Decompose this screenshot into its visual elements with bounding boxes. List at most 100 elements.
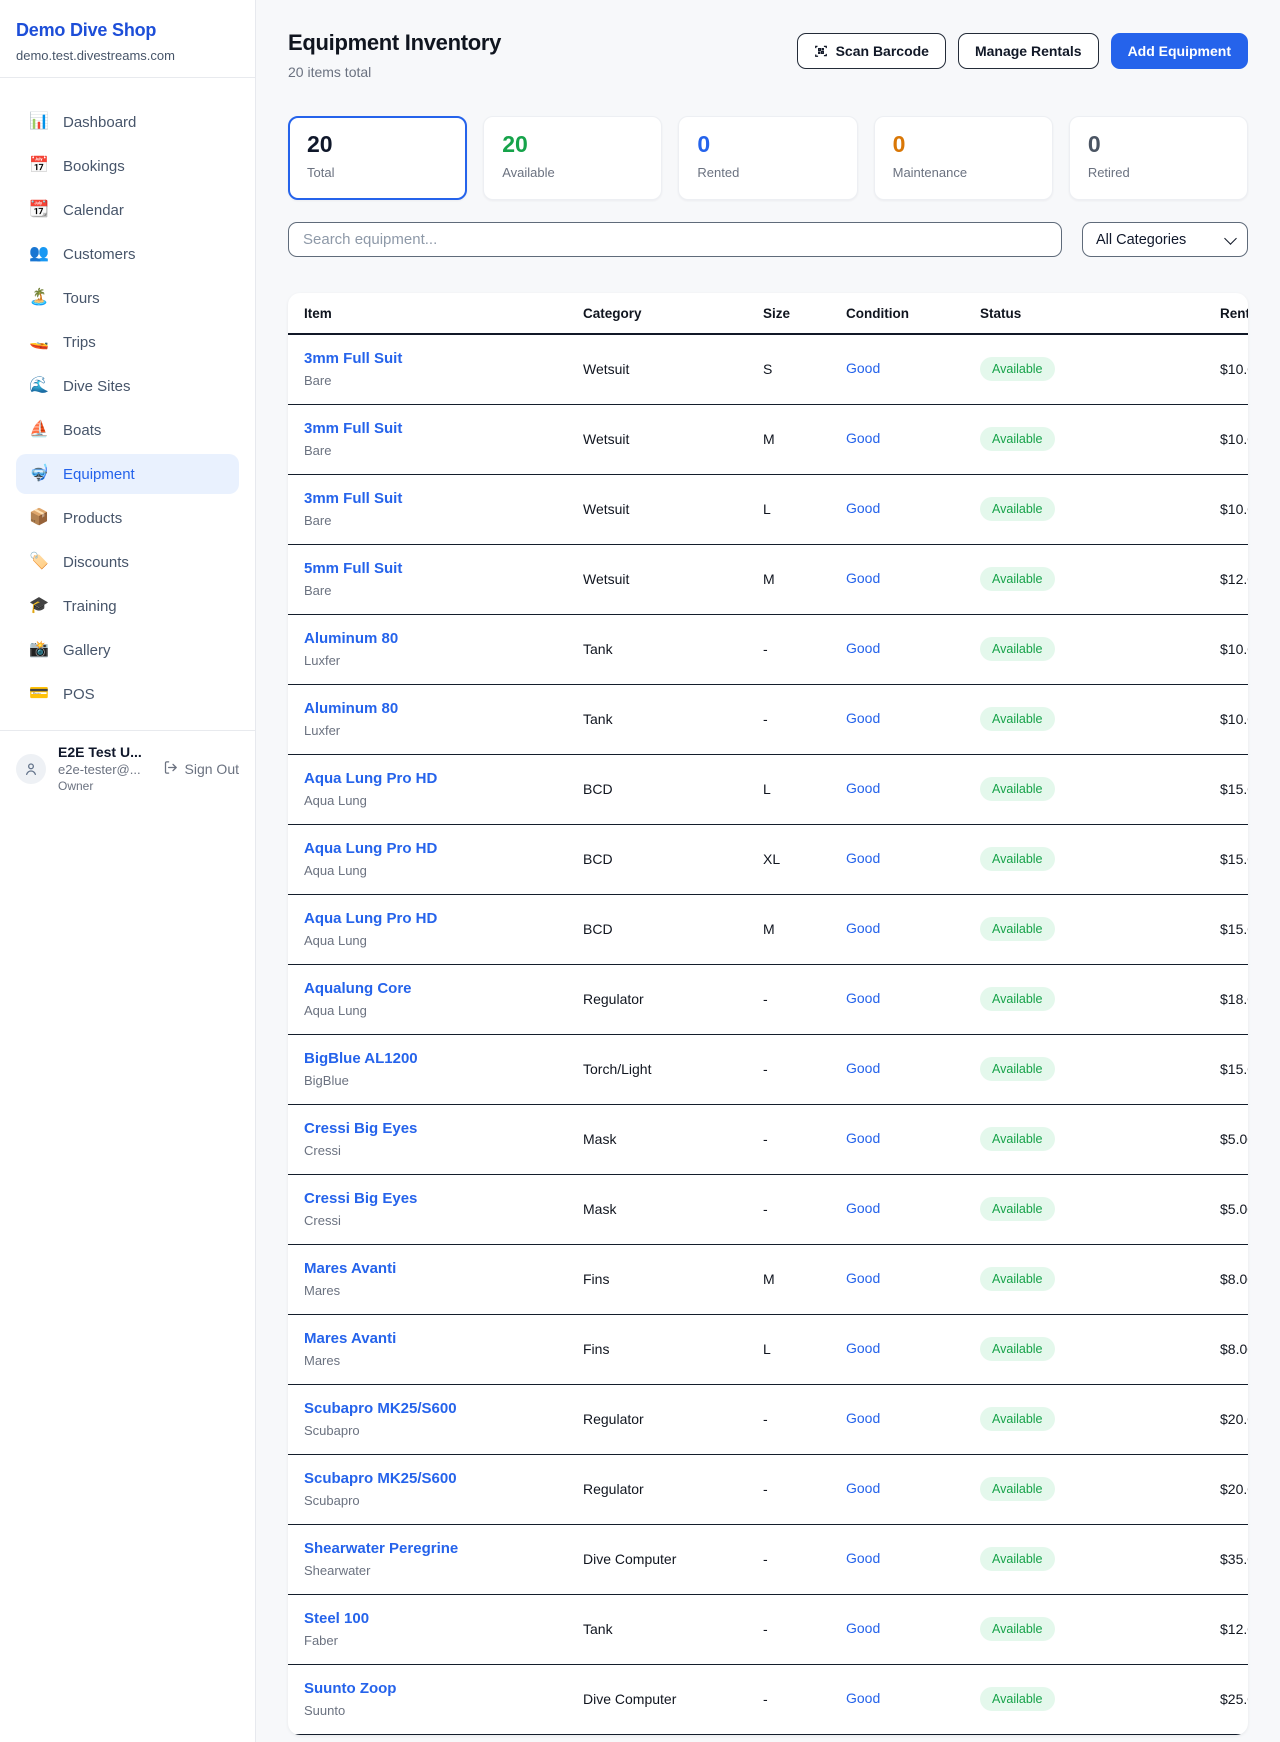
condition-link[interactable]: Good	[846, 1620, 880, 1636]
item-size: -	[763, 1034, 846, 1104]
condition-link[interactable]: Good	[846, 640, 880, 656]
item-name-link[interactable]: Aqua Lung Pro HD	[304, 840, 437, 857]
item-rental-rate: $12.00/day	[1220, 544, 1248, 614]
manage-rentals-button[interactable]: Manage Rentals	[958, 33, 1099, 69]
item-status-cell: Available	[980, 1174, 1220, 1244]
column-header-category: Category	[583, 293, 763, 334]
item-name-link[interactable]: Cressi Big Eyes	[304, 1120, 417, 1137]
item-size: -	[763, 1454, 846, 1524]
category-select[interactable]: All Categories	[1082, 222, 1248, 257]
brand-title[interactable]: Demo Dive Shop	[16, 20, 239, 41]
condition-link[interactable]: Good	[846, 1480, 880, 1496]
stat-card[interactable]: 0 Retired	[1069, 116, 1248, 200]
item-name-link[interactable]: BigBlue AL1200	[304, 1050, 418, 1067]
sidebar-item[interactable]: 📦 Products	[16, 498, 239, 538]
equipment-table: Item Category Size Condition Status Rent…	[288, 293, 1248, 1735]
status-badge: Available	[980, 1337, 1055, 1361]
condition-link[interactable]: Good	[846, 710, 880, 726]
item-status-cell: Available	[980, 544, 1220, 614]
sidebar-item[interactable]: 📊 Dashboard	[16, 102, 239, 142]
condition-link[interactable]: Good	[846, 1130, 880, 1146]
item-cell: Suunto Zoop Suunto	[288, 1664, 583, 1734]
condition-link[interactable]: Good	[846, 1410, 880, 1426]
sidebar-item[interactable]: ⛵ Boats	[16, 410, 239, 450]
sidebar-item-icon: 📆	[29, 202, 49, 218]
status-badge: Available	[980, 1267, 1055, 1291]
sidebar-item[interactable]: 🎓 Training	[16, 586, 239, 626]
item-name-link[interactable]: Steel 100	[304, 1610, 369, 1627]
sign-out-button[interactable]: Sign Out	[163, 760, 239, 778]
sidebar-item[interactable]: 💳 POS	[16, 674, 239, 714]
column-header-item: Item	[288, 293, 583, 334]
sidebar-item-label: POS	[63, 686, 95, 703]
sidebar-item[interactable]: 🏷️ Discounts	[16, 542, 239, 582]
sidebar-item[interactable]: 👥 Customers	[16, 234, 239, 274]
condition-link[interactable]: Good	[846, 1060, 880, 1076]
item-name-link[interactable]: Scubapro MK25/S600	[304, 1470, 457, 1487]
column-header-rental: Rental	[1220, 293, 1248, 334]
sidebar-item[interactable]: 📸 Gallery	[16, 630, 239, 670]
condition-link[interactable]: Good	[846, 1550, 880, 1566]
item-name-link[interactable]: Aqua Lung Pro HD	[304, 770, 437, 787]
sidebar-item[interactable]: 🌊 Dive Sites	[16, 366, 239, 406]
sidebar-item[interactable]: 🚤 Trips	[16, 322, 239, 362]
item-cell: Aluminum 80 Luxfer	[288, 614, 583, 684]
condition-link[interactable]: Good	[846, 1690, 880, 1706]
sidebar-item-label: Dive Sites	[63, 378, 131, 395]
item-brand: Aqua Lung	[304, 1003, 583, 1018]
stat-card[interactable]: 0 Maintenance	[874, 116, 1053, 200]
sidebar-item[interactable]: 📅 Bookings	[16, 146, 239, 186]
table-row: 3mm Full Suit Bare Wetsuit M Good Availa…	[288, 404, 1248, 474]
item-name-link[interactable]: Aluminum 80	[304, 700, 398, 717]
sidebar: Demo Dive Shop demo.test.divestreams.com…	[0, 0, 256, 1742]
stat-card[interactable]: 20 Available	[483, 116, 662, 200]
page-header: Equipment Inventory 20 items total Scan …	[288, 30, 1248, 80]
sidebar-item[interactable]: 🤿 Equipment	[16, 454, 239, 494]
item-category: Wetsuit	[583, 334, 763, 404]
condition-link[interactable]: Good	[846, 570, 880, 586]
item-name-link[interactable]: Mares Avanti	[304, 1260, 396, 1277]
sidebar-item[interactable]: 🏝️ Tours	[16, 278, 239, 318]
condition-link[interactable]: Good	[846, 1340, 880, 1356]
stat-label: Maintenance	[893, 165, 1034, 180]
item-name-link[interactable]: Suunto Zoop	[304, 1680, 396, 1697]
item-name-link[interactable]: Aqua Lung Pro HD	[304, 910, 437, 927]
item-status-cell: Available	[980, 1524, 1220, 1594]
condition-link[interactable]: Good	[846, 990, 880, 1006]
brand-domain: demo.test.divestreams.com	[16, 48, 239, 63]
sidebar-item-icon: 🚤	[29, 334, 49, 350]
item-name-link[interactable]: Mares Avanti	[304, 1330, 396, 1347]
status-badge: Available	[980, 637, 1055, 661]
item-rental-rate: $8.00/day	[1220, 1244, 1248, 1314]
condition-link[interactable]: Good	[846, 1270, 880, 1286]
condition-link[interactable]: Good	[846, 430, 880, 446]
item-name-link[interactable]: Scubapro MK25/S600	[304, 1400, 457, 1417]
condition-link[interactable]: Good	[846, 780, 880, 796]
stat-card[interactable]: 20 Total	[288, 116, 467, 200]
condition-link[interactable]: Good	[846, 920, 880, 936]
item-name-link[interactable]: 3mm Full Suit	[304, 350, 402, 367]
stat-card[interactable]: 0 Rented	[678, 116, 857, 200]
condition-link[interactable]: Good	[846, 500, 880, 516]
scan-barcode-button[interactable]: Scan Barcode	[797, 33, 946, 69]
search-input[interactable]	[288, 222, 1062, 257]
item-brand: BigBlue	[304, 1073, 583, 1088]
item-name-link[interactable]: Aqualung Core	[304, 980, 412, 997]
item-name-link[interactable]: Cressi Big Eyes	[304, 1190, 417, 1207]
user-avatar-icon	[16, 754, 46, 784]
condition-link[interactable]: Good	[846, 850, 880, 866]
item-name-link[interactable]: 5mm Full Suit	[304, 560, 402, 577]
item-name-link[interactable]: Shearwater Peregrine	[304, 1540, 458, 1557]
sidebar-item-icon: 📊	[29, 114, 49, 130]
item-name-link[interactable]: 3mm Full Suit	[304, 490, 402, 507]
add-equipment-button[interactable]: Add Equipment	[1111, 33, 1248, 69]
item-name-link[interactable]: 3mm Full Suit	[304, 420, 402, 437]
item-name-link[interactable]: Aluminum 80	[304, 630, 398, 647]
item-brand: Aqua Lung	[304, 933, 583, 948]
item-rental-rate: $5.00/day	[1220, 1174, 1248, 1244]
item-category: Wetsuit	[583, 544, 763, 614]
condition-link[interactable]: Good	[846, 360, 880, 376]
condition-link[interactable]: Good	[846, 1200, 880, 1216]
sidebar-item[interactable]: 📆 Calendar	[16, 190, 239, 230]
table-row: Aqua Lung Pro HD Aqua Lung BCD XL Good A…	[288, 824, 1248, 894]
